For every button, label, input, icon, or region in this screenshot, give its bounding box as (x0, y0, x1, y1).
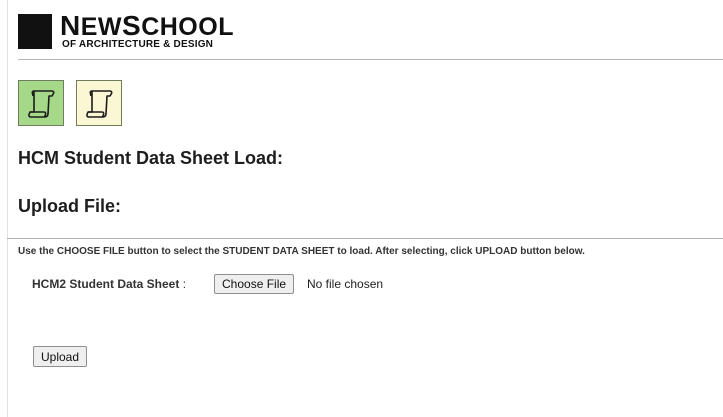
upload-heading: Upload File: (18, 196, 121, 216)
section-divider (7, 238, 723, 239)
file-field-label-text: HCM2 Student Data Sheet (32, 277, 180, 291)
header-divider (18, 59, 723, 60)
scroll-icon (28, 90, 55, 118)
logo-wordmark: NEWSCHOOL (60, 10, 234, 41)
choose-file-button[interactable]: Choose File (214, 274, 295, 294)
logo-black-block (18, 14, 52, 49)
scroll-button[interactable] (76, 80, 122, 126)
scroll-icon (86, 90, 113, 118)
file-field-colon: : (182, 277, 187, 291)
file-status-text: No file chosen (307, 277, 384, 291)
logo-subtitle: OF ARCHITECTURE & DESIGN (62, 39, 214, 50)
upload-button[interactable]: Upload (33, 346, 88, 367)
upload-instructions: Use the CHOOSE FILE button to select the… (18, 246, 585, 257)
scroll-button-active[interactable] (18, 80, 64, 126)
page-title: HCM Student Data Sheet Load: (18, 148, 284, 168)
file-field-label: HCM2 Student Data Sheet : (32, 277, 186, 291)
